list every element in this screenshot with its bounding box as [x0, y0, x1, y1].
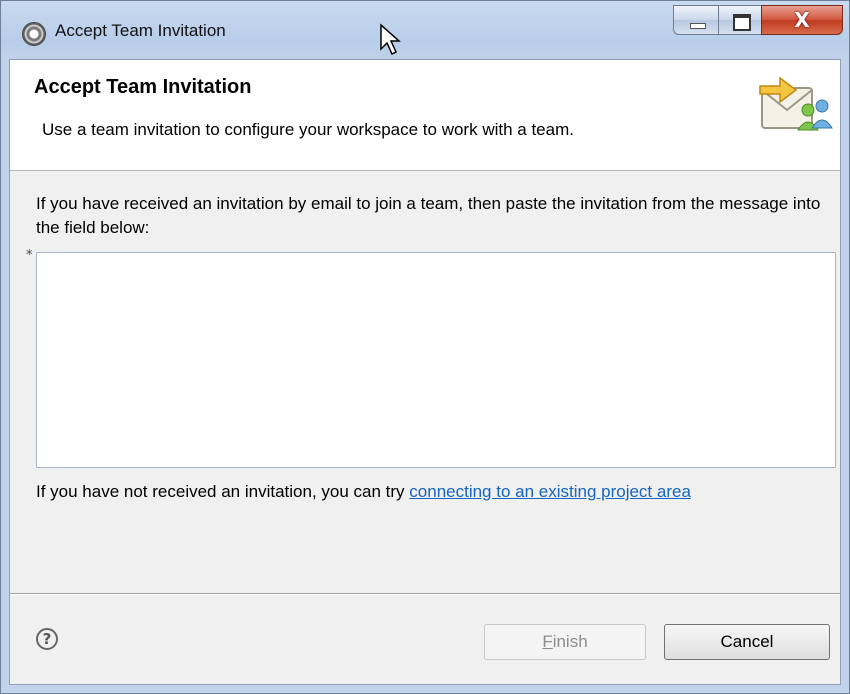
app-icon[interactable]: [23, 23, 45, 45]
maximize-button[interactable]: [718, 5, 762, 35]
finish-button[interactable]: Finish: [484, 624, 646, 660]
finish-label-rest: inish: [552, 632, 588, 651]
banner-description: Use a team invitation to configure your …: [42, 120, 574, 139]
close-button[interactable]: X: [761, 5, 843, 35]
banner-title: Accept Team Invitation: [34, 76, 252, 98]
team-invitation-envelope-icon: [759, 76, 833, 131]
alternative-option-text: If you have not received an invitation, …: [36, 482, 691, 502]
dialog-client-area: Accept Team Invitation Use a team invita…: [9, 59, 841, 685]
cancel-button[interactable]: Cancel: [664, 624, 830, 660]
title-bar[interactable]: Accept Team Invitation X: [1, 1, 849, 59]
intro-text: If you have received an invitation by em…: [36, 194, 821, 237]
wizard-banner: Accept Team Invitation Use a team invita…: [10, 60, 840, 171]
finish-mnemonic: F: [542, 632, 553, 651]
invitation-text-field[interactable]: [36, 252, 836, 468]
minimize-button[interactable]: [673, 5, 719, 35]
footer-separator: [10, 593, 840, 595]
maximize-icon: [733, 14, 751, 31]
alternative-prefix: If you have not received an invitation, …: [36, 482, 410, 501]
help-icon[interactable]: ?: [36, 628, 58, 650]
connect-project-area-link[interactable]: connecting to an existing project area: [409, 482, 691, 501]
close-icon: X: [794, 8, 810, 32]
window-title: Accept Team Invitation: [55, 21, 226, 40]
dialog-window: Accept Team Invitation X Accept Team Inv…: [0, 0, 850, 694]
minimize-icon: [690, 23, 706, 29]
required-field-marker: *: [26, 248, 33, 263]
mouse-cursor-icon: [380, 23, 401, 56]
